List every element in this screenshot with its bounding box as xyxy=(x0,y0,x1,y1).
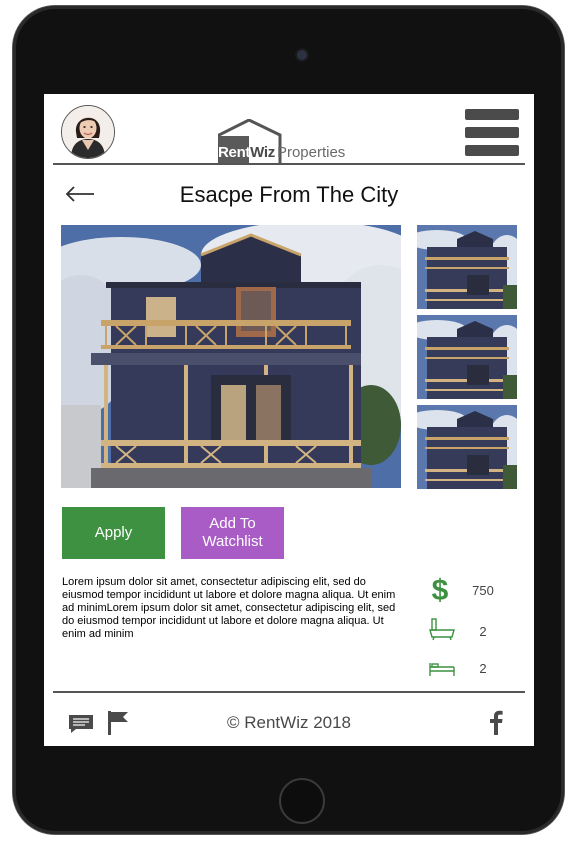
thumbnail-3[interactable] xyxy=(417,405,517,489)
avatar-image xyxy=(62,106,114,158)
home-button[interactable] xyxy=(279,778,325,824)
avatar[interactable] xyxy=(61,105,115,159)
bed-icon xyxy=(429,661,455,682)
flag-icon[interactable] xyxy=(106,710,132,741)
footer-divider xyxy=(53,691,525,693)
logo-wiz-text: Wiz xyxy=(250,144,275,161)
bathtub-icon xyxy=(429,617,455,646)
page-title: Esacpe From The City xyxy=(179,182,399,207)
property-description: Lorem ipsum dolor sit amet, consectetur … xyxy=(62,576,396,640)
main-property-photo xyxy=(61,225,401,488)
copyright-text: © RentWiz 2018 xyxy=(226,713,352,732)
logo-properties-text: Properties xyxy=(276,144,346,161)
front-camera xyxy=(297,50,307,60)
rentwiz-logo[interactable]: RentWiz Properties xyxy=(217,118,348,165)
dollar-icon: $ xyxy=(429,572,451,611)
thumbnail-2[interactable] xyxy=(417,315,517,399)
thumbnail-1[interactable] xyxy=(417,225,517,309)
facebook-icon[interactable] xyxy=(488,709,504,735)
bathrooms-value: 2 xyxy=(479,624,487,639)
price-value: 750 xyxy=(472,583,494,598)
chat-icon[interactable] xyxy=(68,714,94,739)
apply-button[interactable]: Apply xyxy=(62,507,165,559)
header-divider xyxy=(53,163,525,165)
logo-rent-text: Rent xyxy=(218,144,251,161)
menu-icon[interactable] xyxy=(465,109,519,156)
svg-text:$: $ xyxy=(432,574,449,606)
bedrooms-value: 2 xyxy=(479,661,487,676)
add-to-watchlist-button[interactable]: Add To Watchlist xyxy=(181,507,284,559)
logo-wordmark: RentWiz Properties xyxy=(218,145,345,161)
back-arrow-icon[interactable] xyxy=(64,182,96,206)
app-screen: RentWizProperties Esacpe From The City xyxy=(44,94,534,746)
